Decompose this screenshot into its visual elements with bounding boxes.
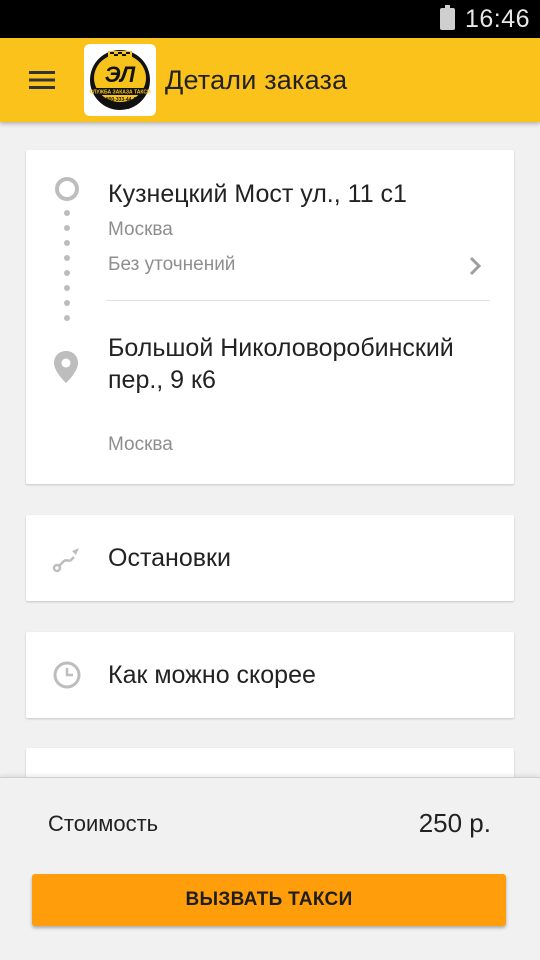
route-dots	[64, 210, 70, 340]
stops-label: Остановки	[108, 543, 231, 572]
stops-row[interactable]: Остановки	[26, 515, 514, 601]
origin-city: Москва	[108, 219, 173, 240]
destination-city: Москва	[108, 434, 173, 455]
chevron-right-icon[interactable]	[468, 256, 482, 276]
page-title: Детали заказа	[165, 64, 348, 95]
menu-icon	[29, 71, 55, 89]
battery-icon	[439, 5, 455, 30]
origin-address[interactable]: Кузнецкий Мост ул., 11 с1	[108, 180, 407, 209]
location-pin-icon	[54, 351, 78, 383]
origin-circle-icon	[55, 177, 79, 201]
menu-button[interactable]	[0, 38, 84, 122]
status-time: 16:46	[464, 4, 530, 33]
svg-text:ЭЛ: ЭЛ	[105, 62, 136, 87]
time-label: Как можно скорее	[108, 660, 316, 689]
app-logo: ЭЛ СЛУЖБА ЗАКАЗА ТАКСИ 8-800-333-44-43	[84, 44, 156, 116]
cost-label: Стоимость	[48, 811, 159, 836]
route-stops-icon	[52, 548, 79, 573]
time-row[interactable]: Как можно скорее	[26, 632, 514, 718]
origin-note[interactable]: Без уточнений	[108, 254, 235, 276]
taxi-logo-icon: ЭЛ СЛУЖБА ЗАКАЗА ТАКСИ 8-800-333-44-43	[89, 50, 151, 110]
svg-text:8-800-333-44-43: 8-800-333-44-43	[101, 97, 138, 103]
svg-text:СЛУЖБА ЗАКАЗА ТАКСИ: СЛУЖБА ЗАКАЗА ТАКСИ	[89, 90, 151, 96]
cost-value: 250 р.	[418, 808, 491, 838]
status-bar: 16:46	[0, 0, 540, 38]
clock-icon	[53, 661, 81, 689]
call-taxi-button[interactable]: ВЫЗВАТЬ ТАКСИ	[32, 874, 506, 926]
destination-address[interactable]: Большой Николоворобинский пер., 9 к6	[108, 332, 488, 396]
divider	[106, 300, 490, 301]
bottom-panel: Стоимость 250 р. ВЫЗВАТЬ ТАКСИ	[0, 777, 540, 960]
app-bar: ЭЛ СЛУЖБА ЗАКАЗА ТАКСИ 8-800-333-44-43 Д…	[0, 38, 540, 122]
